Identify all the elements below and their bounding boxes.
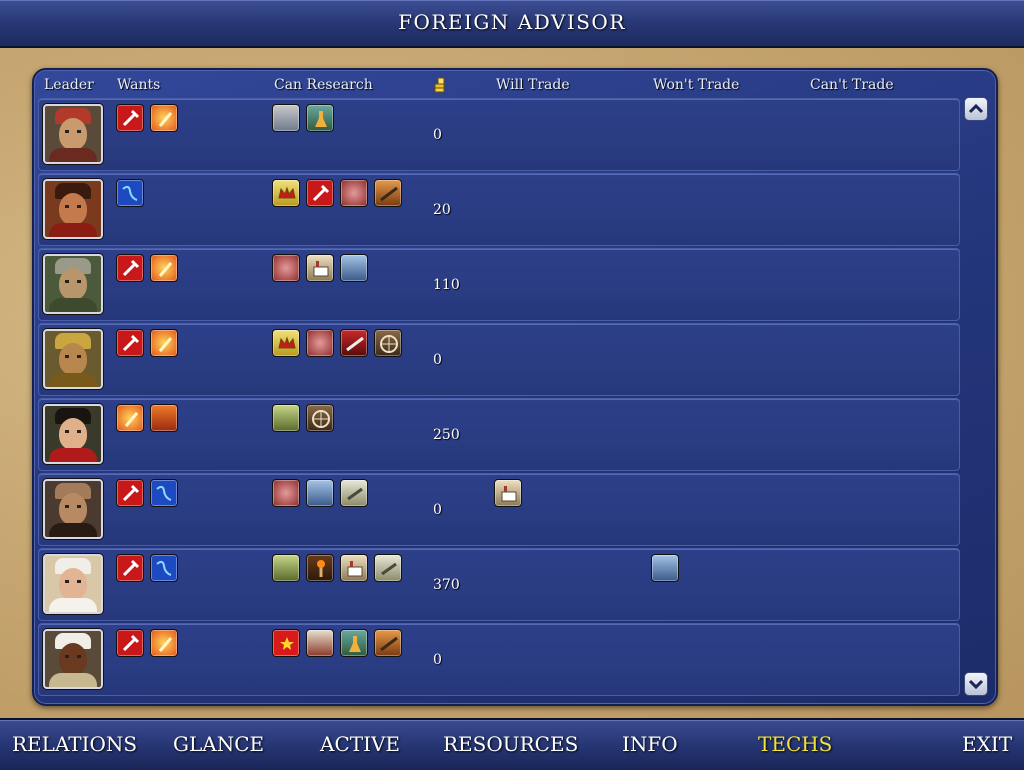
- gold-coins-icon: [434, 77, 445, 93]
- musket-tech-icon[interactable]: [374, 179, 402, 207]
- factory-tech-icon[interactable]: [306, 254, 334, 282]
- gold-amount: 250: [433, 427, 460, 443]
- nav-techs[interactable]: TECHS: [758, 732, 832, 756]
- fire-flask-tech-icon[interactable]: [150, 329, 178, 357]
- torch-tech-icon[interactable]: [306, 554, 334, 582]
- nav-exit[interactable]: EXIT: [962, 732, 1012, 756]
- column-header-leader: Leader: [44, 77, 94, 93]
- window-title: FOREIGN ADVISOR: [398, 10, 626, 34]
- crown-tech-icon[interactable]: [272, 179, 300, 207]
- chevron-up-icon: [968, 103, 984, 114]
- electricity-tech-icon[interactable]: [116, 179, 144, 207]
- gear-seal-tech-icon[interactable]: [340, 179, 368, 207]
- civ-row: 20: [38, 173, 960, 246]
- column-header-will-trade: Will Trade: [496, 77, 570, 93]
- column-header-wants: Wants: [117, 77, 161, 93]
- nav-info[interactable]: INFO: [622, 732, 678, 756]
- column-header-wont-trade: Won't Trade: [653, 77, 740, 93]
- column-header-can-research: Can Research: [274, 77, 373, 93]
- electricity-tech-icon[interactable]: [150, 479, 178, 507]
- hammer-sickle-tech-icon[interactable]: [116, 329, 144, 357]
- gold-amount: 110: [433, 277, 460, 293]
- cannon-tech-icon[interactable]: [340, 479, 368, 507]
- leader-portrait[interactable]: [43, 329, 103, 389]
- agriculture-tech-icon[interactable]: [272, 404, 300, 432]
- furnace-tech-icon[interactable]: [150, 404, 178, 432]
- gear-seal-tech-icon[interactable]: [272, 254, 300, 282]
- bottom-nav-bar: RELATIONS GLANCE ACTIVE RESOURCES INFO T…: [0, 718, 1024, 770]
- scroll-up-button[interactable]: [964, 97, 988, 121]
- leader-portrait[interactable]: [43, 554, 103, 614]
- leader-portrait[interactable]: [43, 629, 103, 689]
- gear-seal-tech-icon[interactable]: [306, 329, 334, 357]
- scroll-down-button[interactable]: [964, 672, 988, 696]
- gear-seal-tech-icon[interactable]: [272, 479, 300, 507]
- gold-amount: 0: [433, 352, 442, 368]
- hammer-sickle-tech-icon[interactable]: [306, 179, 334, 207]
- fire-flask-tech-icon[interactable]: [150, 104, 178, 132]
- civ-row: 0: [38, 323, 960, 396]
- gold-amount: 370: [433, 577, 460, 593]
- leader-portrait[interactable]: [43, 404, 103, 464]
- civ-row: 370: [38, 548, 960, 621]
- gold-amount: 0: [433, 652, 442, 668]
- fire-flask-tech-icon[interactable]: [150, 629, 178, 657]
- crown-tech-icon[interactable]: [272, 329, 300, 357]
- rifle-tech-icon[interactable]: [340, 329, 368, 357]
- flask-tech-icon[interactable]: [306, 104, 334, 132]
- musket-tech-icon[interactable]: [374, 629, 402, 657]
- wheel-tech-icon[interactable]: [374, 329, 402, 357]
- leader-portrait[interactable]: [43, 179, 103, 239]
- hammer-sickle-tech-icon[interactable]: [116, 254, 144, 282]
- hammer-sickle-tech-icon[interactable]: [116, 629, 144, 657]
- agriculture-tech-icon[interactable]: [272, 554, 300, 582]
- cannon-tech-icon[interactable]: [374, 554, 402, 582]
- document-tech-icon[interactable]: [306, 629, 334, 657]
- nav-relations[interactable]: RELATIONS: [12, 732, 137, 756]
- hammer-sickle-tech-icon[interactable]: [116, 554, 144, 582]
- wheel-tech-icon[interactable]: [306, 404, 334, 432]
- nav-active[interactable]: ACTIVE: [320, 732, 400, 756]
- chevron-down-icon: [968, 679, 984, 690]
- gold-amount: 20: [433, 202, 451, 218]
- gold-amount: 0: [433, 127, 442, 143]
- gold-amount: 0: [433, 502, 442, 518]
- leader-portrait[interactable]: [43, 254, 103, 314]
- machinery-tech-icon[interactable]: [340, 254, 368, 282]
- nav-glance[interactable]: GLANCE: [173, 732, 264, 756]
- machinery-tech-icon[interactable]: [306, 479, 334, 507]
- factory-tech-icon[interactable]: [494, 479, 522, 507]
- flask-tech-icon[interactable]: [340, 629, 368, 657]
- electricity-tech-icon[interactable]: [150, 554, 178, 582]
- machinery-tech-icon[interactable]: [651, 554, 679, 582]
- hammer-sickle-tech-icon[interactable]: [116, 479, 144, 507]
- star-flag-tech-icon[interactable]: [272, 629, 300, 657]
- fire-flask-tech-icon[interactable]: [150, 254, 178, 282]
- nav-resources[interactable]: RESOURCES: [443, 732, 578, 756]
- leader-portrait[interactable]: [43, 104, 103, 164]
- column-header-cant-trade: Can't Trade: [810, 77, 894, 93]
- fire-flask-tech-icon[interactable]: [116, 404, 144, 432]
- civ-row: 110: [38, 248, 960, 321]
- leader-portrait[interactable]: [43, 479, 103, 539]
- factory-tech-icon[interactable]: [340, 554, 368, 582]
- civ-row: 250: [38, 398, 960, 471]
- civ-row: 0: [38, 473, 960, 546]
- title-bar: FOREIGN ADVISOR: [0, 0, 1024, 48]
- tools-tech-icon[interactable]: [272, 104, 300, 132]
- hammer-sickle-tech-icon[interactable]: [116, 104, 144, 132]
- civ-row: 0: [38, 623, 960, 696]
- civ-row: 0: [38, 98, 960, 171]
